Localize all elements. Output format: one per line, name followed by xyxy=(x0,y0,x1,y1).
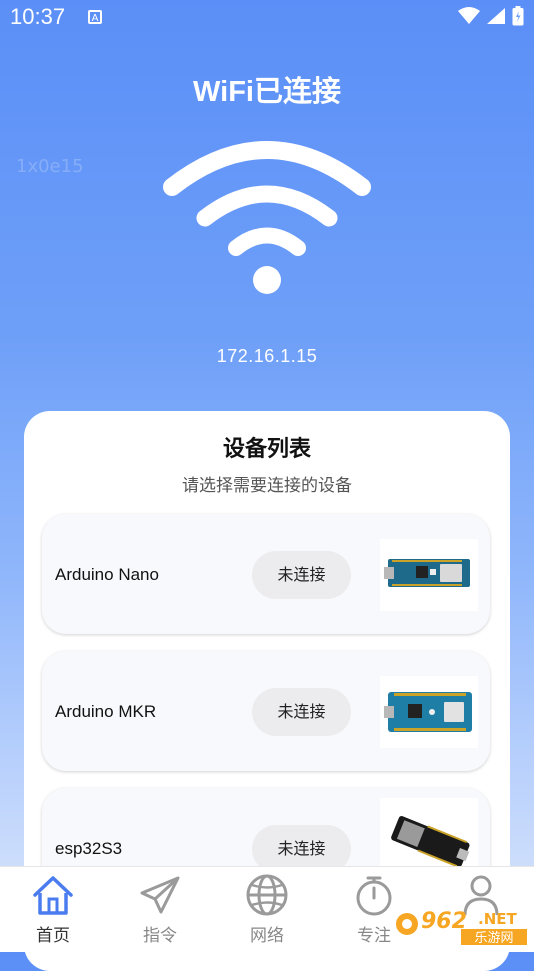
device-list-subtitle: 请选择需要连接的设备 xyxy=(182,476,352,496)
device-item-arduino-nano[interactable]: Arduino Nano 未连接 xyxy=(42,514,490,634)
tab-label: 首页 xyxy=(36,926,70,946)
svg-text:962: 962 xyxy=(421,909,467,934)
wifi-signal-icon xyxy=(458,7,480,24)
cell-signal-icon xyxy=(487,8,505,24)
connect-button[interactable]: 未连接 xyxy=(252,551,351,599)
device-name: esp32S3 xyxy=(55,839,123,858)
timer-icon xyxy=(356,876,392,916)
send-icon xyxy=(140,876,180,914)
arduino-nano-image xyxy=(380,539,478,611)
notification-icon: A xyxy=(88,10,102,24)
arduino-mkr-image xyxy=(380,676,478,748)
connect-button[interactable]: 未连接 xyxy=(252,688,351,736)
device-list-title: 设备列表 xyxy=(222,437,311,462)
page-title: WiFi已连接 xyxy=(193,76,341,108)
site-logo: 962 .NET 乐游网 xyxy=(396,909,527,946)
svg-text:.NET: .NET xyxy=(478,910,517,928)
tab-label: 网络 xyxy=(250,926,284,946)
status-time: 10:37 xyxy=(10,4,66,29)
device-item-arduino-mkr[interactable]: Arduino MKR 未连接 xyxy=(42,651,490,771)
tab-label: 指令 xyxy=(143,926,177,946)
battery-icon xyxy=(512,6,524,26)
globe-icon xyxy=(246,874,288,916)
svg-text:乐游网: 乐游网 xyxy=(474,931,513,946)
status-bar: 10:37 A xyxy=(0,0,534,36)
device-name: Arduino Nano xyxy=(55,565,159,584)
status-icons xyxy=(458,6,524,26)
watermark-text: 1x0e15 xyxy=(16,156,84,177)
home-icon xyxy=(33,876,73,915)
tab-commands[interactable]: 指令 xyxy=(107,867,213,952)
ip-address: 172.16.1.15 xyxy=(216,346,318,366)
tab-network[interactable]: 网络 xyxy=(214,867,320,952)
tab-home[interactable]: 首页 xyxy=(0,867,106,952)
wifi-connected-icon xyxy=(163,141,371,294)
device-name: Arduino MKR xyxy=(55,702,157,721)
